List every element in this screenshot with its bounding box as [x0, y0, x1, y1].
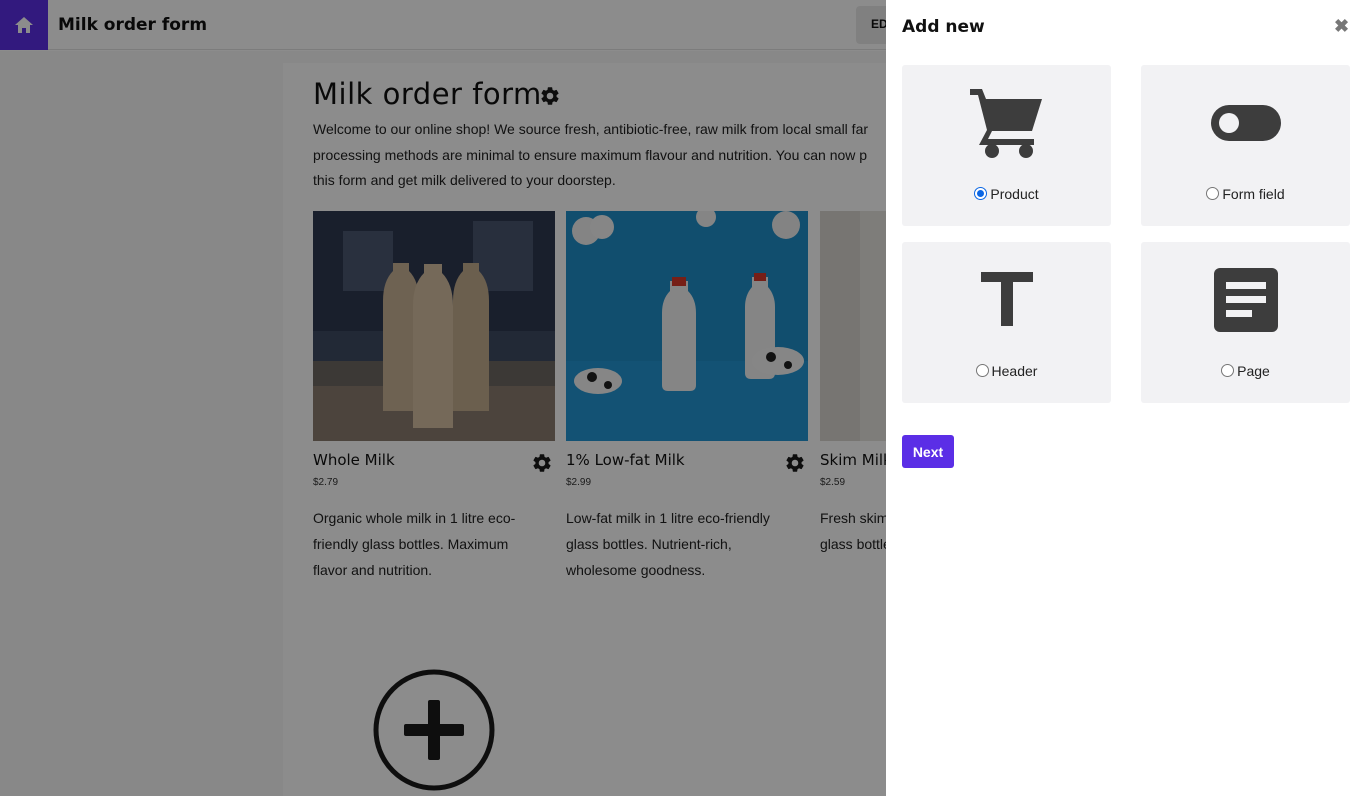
form-field-radio[interactable]: [1206, 186, 1220, 200]
option-page[interactable]: Page: [1141, 242, 1350, 403]
add-new-drawer: Add new ✖ Product Form field Header Page…: [886, 0, 1364, 796]
modal-backdrop[interactable]: [0, 0, 886, 796]
page-document-icon: [1213, 268, 1278, 332]
option-label: Form field: [1222, 186, 1285, 202]
drawer-title: Add new: [902, 17, 985, 37]
page-radio[interactable]: [1221, 363, 1235, 377]
option-label: Product: [990, 186, 1039, 202]
product-radio[interactable]: [974, 186, 988, 200]
next-button[interactable]: Next: [902, 435, 954, 468]
option-product[interactable]: Product: [902, 65, 1111, 226]
option-label: Header: [991, 363, 1038, 379]
toggle-switch-icon: [1210, 105, 1281, 141]
text-header-icon: [980, 272, 1033, 326]
option-header[interactable]: Header: [902, 242, 1111, 403]
option-label: Page: [1237, 363, 1270, 379]
shopping-cart-icon: [969, 89, 1042, 158]
option-form-field[interactable]: Form field: [1141, 65, 1350, 226]
close-icon[interactable]: ✖: [1334, 16, 1349, 37]
header-radio[interactable]: [975, 363, 989, 377]
